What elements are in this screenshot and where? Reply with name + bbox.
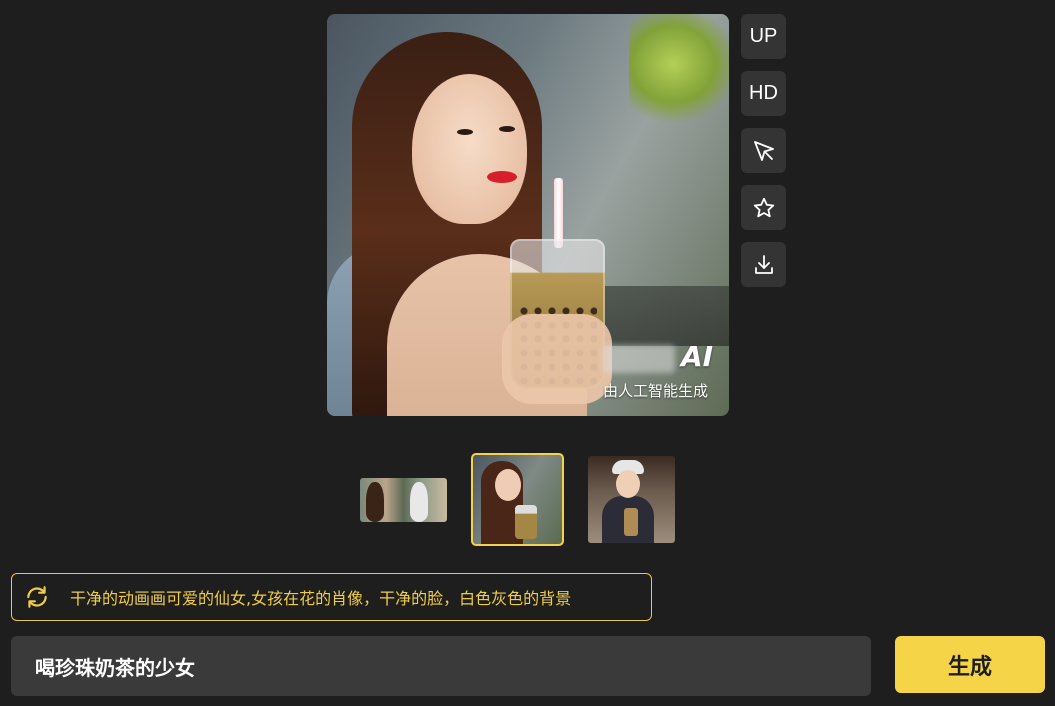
watermark-caption: 由人工智能生成 (603, 382, 709, 400)
image-face (412, 74, 527, 224)
thumbnail-1[interactable] (360, 478, 447, 522)
suggested-prompt-text: 干净的动画画可爱的仙女,女孩在花的肖像，干净的脸，白色灰色的背景 (70, 589, 572, 608)
generate-button[interactable]: 生成 (895, 636, 1045, 693)
prompt-box (11, 636, 871, 696)
refresh-icon[interactable] (24, 584, 50, 610)
favorite-button[interactable] (741, 185, 786, 230)
paper-plane-icon (753, 140, 774, 161)
watermark-ai-badge: AI (681, 340, 714, 373)
thumbnail-cup (515, 505, 537, 539)
image-eye-right (499, 126, 515, 132)
star-icon (753, 197, 774, 217)
generated-image[interactable]: AI 由人工智能生成 (327, 14, 729, 416)
suggested-prompt[interactable]: 干净的动画画可爱的仙女,女孩在花的肖像，干净的脸，白色灰色的背景 (11, 573, 652, 621)
upscale-button[interactable]: UP (741, 14, 786, 59)
watermark-blur (603, 345, 675, 373)
download-button[interactable] (741, 242, 786, 287)
image-straw (554, 178, 563, 248)
thumbnail-cup (624, 508, 638, 536)
thumbnail-3[interactable] (588, 456, 675, 543)
thumbnail-face (495, 469, 521, 501)
image-leaf-decoration (629, 14, 729, 124)
share-button[interactable] (741, 128, 786, 173)
app-stage: AI 由人工智能生成 UP HD 干净的动画画可爱的仙女,女孩在花的肖像，干净的… (0, 0, 1055, 706)
image-eye-left (457, 129, 473, 135)
thumbnail-figure (410, 482, 428, 522)
thumbnail-face (616, 470, 640, 498)
image-hands (502, 314, 612, 404)
thumbnail-2-selected[interactable] (471, 453, 564, 546)
thumbnail-figure (366, 482, 384, 522)
hd-button[interactable]: HD (741, 71, 786, 116)
prompt-input[interactable] (35, 636, 871, 696)
download-icon (754, 254, 773, 274)
image-lips (487, 171, 517, 183)
